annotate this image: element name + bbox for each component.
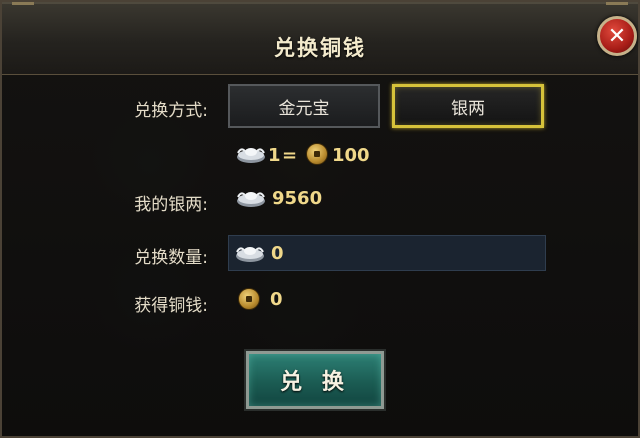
exchange-button-label: 兑 换	[280, 370, 350, 395]
quantity-label: 兑换数量:	[134, 248, 208, 268]
close-icon[interactable]: ✕	[597, 16, 637, 56]
close-glyph: ✕	[607, 23, 627, 49]
tab-gold-label: 金元宝	[278, 98, 330, 119]
dialog-title: 兑换铜钱	[274, 36, 366, 60]
copper-coin-icon	[238, 288, 260, 310]
exchange-button[interactable]: 兑 换	[246, 351, 384, 409]
my-silver-label: 我的银两:	[134, 195, 208, 215]
method-label: 兑换方式:	[134, 101, 208, 121]
my-silver-value: 9560	[272, 188, 323, 209]
corner-ornament	[12, 2, 34, 21]
tab-gold-ingot[interactable]: 金元宝	[228, 84, 380, 128]
silver-ingot-icon	[236, 247, 264, 262]
quantity-input[interactable]: 0	[228, 235, 546, 271]
rate-equals: =	[282, 145, 298, 166]
dialog-titlebar: 兑换铜钱	[2, 2, 638, 75]
obtained-value: 0	[270, 289, 283, 310]
silver-ingot-icon	[237, 148, 265, 163]
obtained-label: 获得铜钱:	[134, 296, 208, 316]
copper-coin-icon	[306, 143, 328, 165]
exchange-dialog: 兑换铜钱 兑换方式: 金元宝 银两 1 = 100 我的银两: 9560 兑换数…	[0, 0, 640, 438]
tab-silver[interactable]: 银两	[392, 84, 544, 128]
rate-right-value: 100	[332, 145, 370, 166]
silver-ingot-icon	[237, 192, 265, 207]
tab-silver-label: 银两	[451, 98, 485, 119]
rate-left-value: 1	[268, 145, 281, 166]
quantity-value: 0	[271, 243, 284, 264]
